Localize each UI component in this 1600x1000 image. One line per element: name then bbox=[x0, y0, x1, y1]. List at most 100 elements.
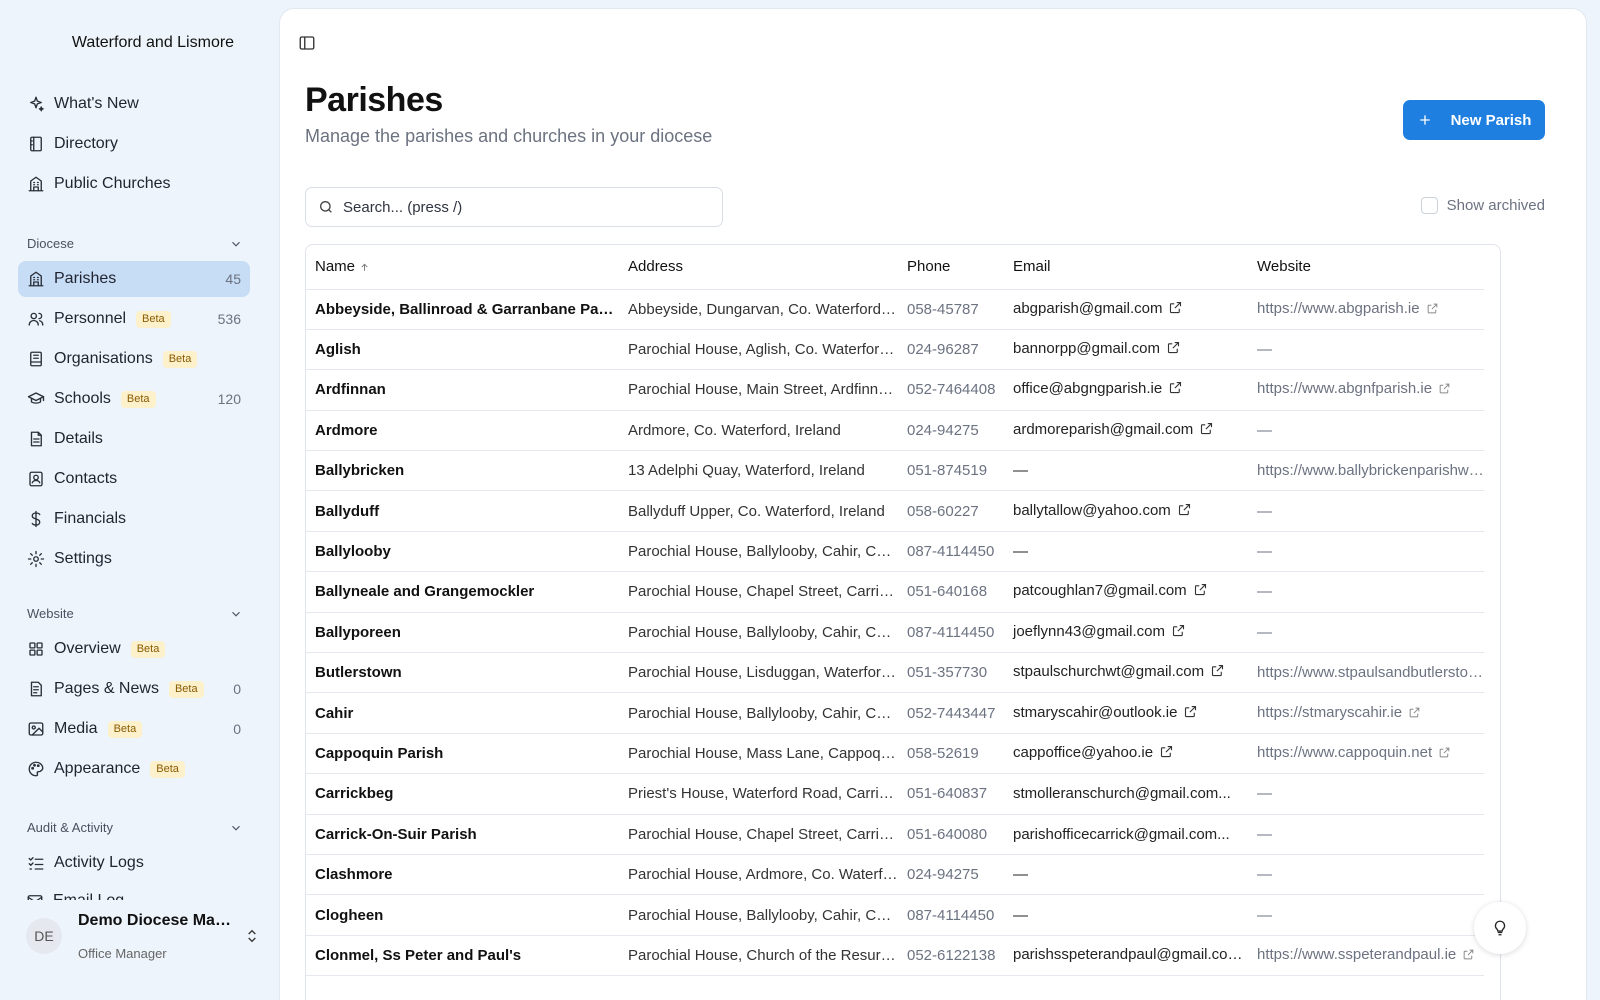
email-link[interactable]: ardmoreparish@gmail.com bbox=[1013, 421, 1193, 438]
table-row[interactable]: Ardfinnan Parochial House, Main Street, A… bbox=[306, 369, 1484, 411]
cell-email[interactable]: abgparish@gmail.com bbox=[1004, 289, 1248, 330]
email-link[interactable]: joeflynn43@gmail.com bbox=[1013, 623, 1165, 640]
website-link[interactable]: https://www.abgnfparish.ie bbox=[1257, 380, 1432, 397]
cell-email[interactable]: office@abgngparish.ie bbox=[1004, 369, 1248, 411]
sidebar-item-details[interactable]: Details bbox=[18, 421, 250, 457]
email-link[interactable]: stmolleranschurch@gmail.com... bbox=[1013, 785, 1231, 802]
cell-website[interactable]: https://www.sspeterandpaul.ie bbox=[1248, 935, 1484, 977]
external-link-icon[interactable] bbox=[1426, 302, 1439, 319]
website-link[interactable]: https://www.abgparish.ie bbox=[1257, 300, 1420, 317]
new-parish-button[interactable]: New Parish bbox=[1403, 100, 1545, 140]
table-row[interactable]: Aglish Parochial House, Aglish, Co. Water… bbox=[306, 329, 1484, 371]
sidebar-item-pages-news[interactable]: Pages & News Beta 0 bbox=[18, 671, 250, 707]
website-link[interactable]: https://www.ballybrickenparishwaterford.… bbox=[1257, 462, 1484, 479]
website-link[interactable]: https://www.cappoquin.net bbox=[1257, 744, 1432, 761]
email-link[interactable]: parishofficecarrick@gmail.com... bbox=[1013, 826, 1230, 843]
table-row[interactable]: Cahir Parochial House, Ballylooby, Cahir,… bbox=[306, 692, 1484, 734]
table-row[interactable]: Ballyporeen Parochial House, Ballylooby, … bbox=[306, 612, 1484, 654]
external-link-icon[interactable] bbox=[1408, 706, 1421, 723]
cell-website[interactable]: https://www.ballybrickenparishwaterford.… bbox=[1248, 450, 1484, 492]
sidebar-item-personnel[interactable]: Personnel Beta 536 bbox=[18, 301, 250, 337]
column-header-phone[interactable]: Phone bbox=[898, 245, 1004, 290]
table-row[interactable]: Ardmore Ardmore, Co. Waterford, Ireland 02… bbox=[306, 410, 1484, 452]
cell-email[interactable]: cappoffice@yahoo.ie bbox=[1004, 733, 1248, 775]
website-link[interactable]: https://stmaryscahir.ie bbox=[1257, 704, 1402, 721]
external-link-icon[interactable] bbox=[1193, 582, 1208, 601]
column-header-name[interactable]: Name bbox=[306, 245, 619, 290]
email-link[interactable]: office@abgngparish.ie bbox=[1013, 380, 1162, 397]
search-box[interactable] bbox=[305, 187, 723, 227]
table-row[interactable]: Ballyduff Ballyduff Upper, Co. Waterford,… bbox=[306, 490, 1484, 532]
sidebar-item-settings[interactable]: Settings bbox=[18, 541, 250, 577]
external-link-icon[interactable] bbox=[1462, 948, 1475, 965]
cell-website[interactable]: https://www.abgparish.ie bbox=[1248, 289, 1484, 330]
external-link-icon[interactable] bbox=[1438, 382, 1451, 399]
cell-email[interactable]: parishsspeterandpaul@gmail.com bbox=[1004, 935, 1248, 977]
sidebar-item-schools[interactable]: Schools Beta 120 bbox=[18, 381, 250, 417]
table-row[interactable]: Clogheen Parochial House, Ballylooby, Cah… bbox=[306, 894, 1484, 936]
cell-email[interactable]: ardmoreparish@gmail.com bbox=[1004, 410, 1248, 452]
table-row[interactable]: Ballybricken 13 Adelphi Quay, Waterford, … bbox=[306, 450, 1484, 492]
table-row[interactable]: Carrickbeg Priest's House, Waterford Road… bbox=[306, 773, 1484, 815]
show-archived-checkbox[interactable] bbox=[1420, 197, 1438, 214]
email-link[interactable]: ballytallow@yahoo.com bbox=[1013, 502, 1171, 519]
cell-website[interactable]: https://www.cappoquin.net bbox=[1248, 733, 1484, 775]
user-menu[interactable]: DE Demo Diocese Mana... Office Manager bbox=[18, 900, 262, 972]
website-link[interactable]: https://www.sspeterandpaul.ie bbox=[1257, 946, 1456, 963]
sidebar-item-public-churches[interactable]: Public Churches bbox=[18, 166, 250, 202]
table-row[interactable]: Clashmore Parochial House, Ardmore, Co. W… bbox=[306, 854, 1484, 896]
external-link-icon[interactable] bbox=[1168, 300, 1183, 319]
cell-email[interactable]: patcoughlan7@gmail.com bbox=[1004, 571, 1248, 613]
external-link-icon[interactable] bbox=[1177, 502, 1192, 521]
sidebar-item-contacts[interactable]: Contacts bbox=[18, 461, 250, 497]
column-header-address[interactable]: Address bbox=[619, 245, 898, 290]
cell-email[interactable]: stpaulschurchwt@gmail.com bbox=[1004, 652, 1248, 694]
external-link-icon[interactable] bbox=[1166, 340, 1181, 359]
column-header-email[interactable]: Email bbox=[1004, 245, 1248, 290]
sidebar-item-media[interactable]: Media Beta 0 bbox=[18, 711, 250, 747]
table-row[interactable]: Ballylooby Parochial House, Ballylooby, C… bbox=[306, 531, 1484, 573]
table-row[interactable]: Cappoquin Parish Parochial House, Mass La… bbox=[306, 733, 1484, 775]
sidebar-toggle-icon[interactable] bbox=[298, 34, 318, 54]
website-link[interactable]: https://www.stpaulsandbutlerstown.ie bbox=[1257, 664, 1484, 681]
email-link[interactable]: parishsspeterandpaul@gmail.com bbox=[1013, 946, 1243, 963]
sidebar-item-financials[interactable]: Financials bbox=[18, 501, 250, 537]
cell-website[interactable]: https://stmaryscahir.ie bbox=[1248, 692, 1484, 734]
external-link-icon[interactable] bbox=[1210, 663, 1225, 682]
cell-email[interactable]: joeflynn43@gmail.com bbox=[1004, 612, 1248, 654]
email-link[interactable]: abgparish@gmail.com bbox=[1013, 300, 1162, 317]
section-header-diocese[interactable]: Diocese bbox=[27, 236, 243, 251]
sidebar-item-organisations[interactable]: Organisations Beta bbox=[18, 341, 250, 377]
external-link-icon[interactable] bbox=[1246, 946, 1248, 965]
table-row[interactable]: Butlerstown Parochial House, Lisduggan, W… bbox=[306, 652, 1484, 694]
external-link-icon[interactable] bbox=[1438, 746, 1451, 763]
sidebar-item-directory[interactable]: Directory bbox=[18, 126, 250, 162]
sidebar-item-appearance[interactable]: Appearance Beta bbox=[18, 751, 250, 787]
table-row[interactable]: Carrick-On-Suir Parish Parochial House, C… bbox=[306, 814, 1484, 855]
chevron-up-down-icon[interactable] bbox=[244, 928, 260, 944]
cell-website[interactable]: https://www.stpaulsandbutlerstown.ie bbox=[1248, 652, 1484, 694]
email-link[interactable]: bannorpp@gmail.com bbox=[1013, 340, 1160, 357]
cell-email[interactable]: ballytallow@yahoo.com bbox=[1004, 490, 1248, 532]
email-link[interactable]: stpaulschurchwt@gmail.com bbox=[1013, 663, 1204, 680]
section-header-audit[interactable]: Audit & Activity bbox=[27, 820, 243, 835]
email-link[interactable]: cappoffice@yahoo.ie bbox=[1013, 744, 1153, 761]
external-link-icon[interactable] bbox=[1183, 704, 1198, 723]
sidebar-item-parishes[interactable]: Parishes 45 bbox=[18, 261, 250, 297]
sidebar-item-activity-logs[interactable]: Activity Logs bbox=[18, 845, 250, 881]
show-archived-toggle[interactable]: Show archived bbox=[1420, 197, 1545, 214]
sidebar-item-overview[interactable]: Overview Beta bbox=[18, 631, 250, 667]
external-link-icon[interactable] bbox=[1171, 623, 1186, 642]
cell-email[interactable]: bannorpp@gmail.com bbox=[1004, 329, 1248, 371]
table-row[interactable]: Abbeyside, Ballinroad & Garranbane Paris… bbox=[306, 289, 1484, 330]
email-link[interactable]: patcoughlan7@gmail.com bbox=[1013, 582, 1187, 599]
table-row[interactable]: Clonmel, Ss Peter and Paul's Parochial Ho… bbox=[306, 935, 1484, 977]
table-row[interactable]: Ballyneale and Grangemockler Parochial Ho… bbox=[306, 571, 1484, 613]
external-link-icon[interactable] bbox=[1168, 380, 1183, 399]
column-header-website[interactable]: Website bbox=[1248, 245, 1484, 290]
email-link[interactable]: stmaryscahir@outlook.ie bbox=[1013, 704, 1177, 721]
help-button[interactable] bbox=[1474, 902, 1526, 954]
external-link-icon[interactable] bbox=[1159, 744, 1174, 763]
cell-email[interactable]: stmolleranschurch@gmail.com... bbox=[1004, 773, 1248, 815]
section-header-website[interactable]: Website bbox=[27, 606, 243, 621]
